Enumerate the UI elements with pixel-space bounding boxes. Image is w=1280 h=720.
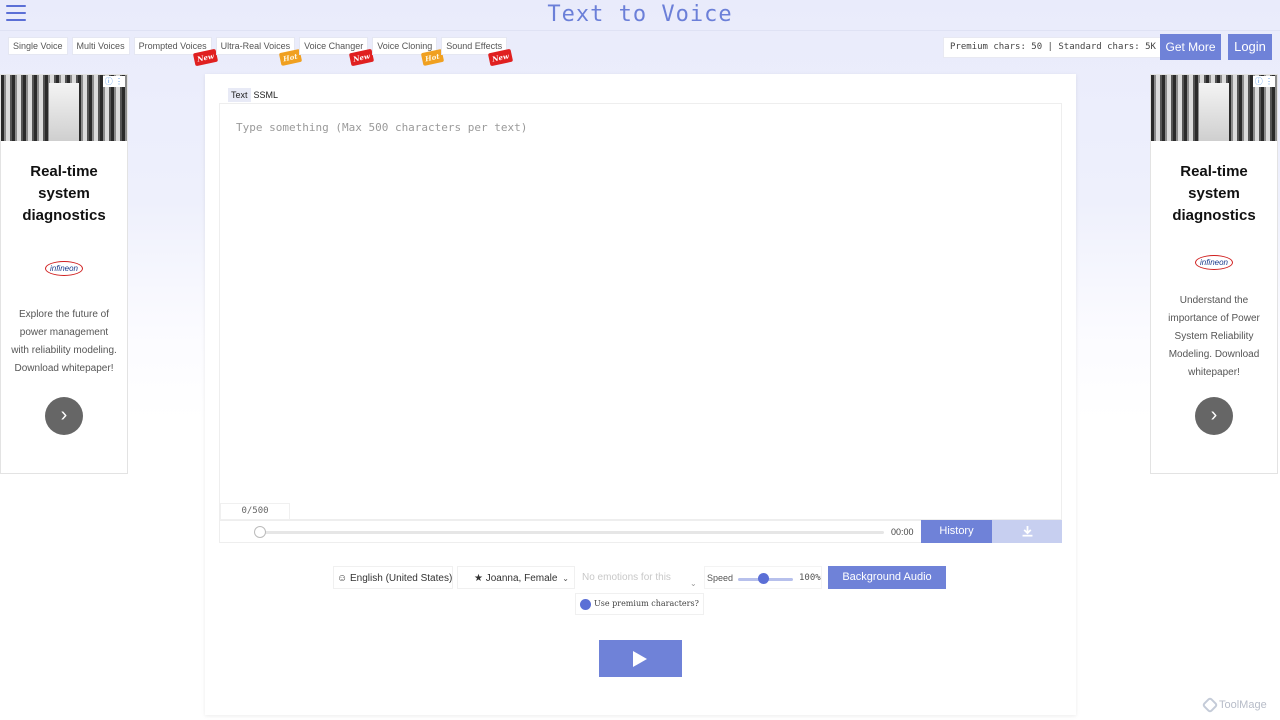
ad-logo: infineon [44, 261, 84, 276]
nav-label: Prompted Voices [138, 41, 207, 51]
speed-control: Speed 100% [704, 566, 822, 589]
nav-item-multi-voices[interactable]: Multi Voices [71, 37, 130, 55]
nav-item-single-voice[interactable]: Single Voice [8, 37, 68, 55]
get-more-button[interactable]: Get More [1160, 34, 1221, 60]
tab-text[interactable]: Text [228, 88, 251, 102]
seek-bar[interactable] [254, 531, 884, 534]
seek-handle[interactable] [254, 526, 266, 538]
premium-characters-toggle[interactable]: Use premium characters? [575, 593, 704, 615]
language-select[interactable]: ☺ English (United States) [333, 566, 453, 589]
chevron-down-icon: ⌄ [690, 579, 697, 588]
nav-label: Voice Cloning [377, 41, 433, 51]
nav-label: Ultra-Real Voices [220, 41, 291, 51]
tts-panel: Text SSML 0/500 00:00 History ☺ English … [205, 74, 1076, 715]
star-icon: ★ [474, 573, 483, 584]
text-input[interactable] [219, 103, 1062, 520]
new-badge: New [192, 48, 218, 67]
background-audio-button[interactable]: Background Audio [828, 566, 946, 589]
nav-item-ultra-real-voices[interactable]: Ultra-Real Voices Hot [215, 37, 302, 66]
audio-player: 00:00 History [219, 520, 1062, 543]
ad-left[interactable]: ⓘ ⋮ Real-time system diagnostics infineo… [0, 74, 128, 474]
nav-label: Voice Changer [304, 41, 364, 51]
download-button[interactable] [992, 520, 1062, 543]
nav-label: Multi Voices [76, 41, 125, 51]
voice-value: Joanna, Female [485, 573, 558, 584]
mode-nav: Single Voice Multi Voices Prompted Voice… [8, 37, 514, 67]
new-badge: New [488, 48, 514, 67]
hot-badge: Hot [420, 49, 444, 66]
premium-toggle-label: Use premium characters? [594, 599, 699, 608]
nav-label: Single Voice [13, 41, 63, 51]
nav-label: Sound Effects [446, 41, 503, 51]
ad-choices-icon[interactable]: ⓘ ⋮ [102, 76, 125, 87]
character-balance: Premium chars: 50 | Standard chars: 5K [943, 37, 1163, 58]
voice-controls: ☺ English (United States) ★ Joanna, Fema… [205, 566, 1076, 592]
tab-ssml[interactable]: SSML [251, 88, 282, 102]
language-value: English (United States) [350, 573, 453, 584]
emotion-select[interactable]: No emotions for this ⌄ [580, 566, 701, 589]
page-title: Text to Voice [547, 2, 733, 27]
ad-body: Explore the future of power management w… [11, 309, 117, 374]
download-icon [1022, 525, 1032, 537]
hot-badge: Hot [278, 49, 302, 66]
character-counter: 0/500 [220, 503, 290, 520]
watermark-logo-icon [1201, 696, 1219, 714]
ad-logo: infineon [1194, 255, 1234, 270]
voice-select[interactable]: ★ Joanna, Female ⌄ [457, 566, 575, 589]
ad-headline: Real-time system diagnostics [1172, 163, 1256, 224]
nav-item-voice-changer[interactable]: Voice Changer New [299, 37, 375, 67]
watermark-text: ToolMage [1219, 699, 1267, 711]
speed-label: Speed [707, 573, 734, 583]
header-divider [0, 30, 1280, 31]
ad-body: Understand the importance of Power Syste… [1168, 295, 1260, 378]
nav-item-sound-effects[interactable]: Sound Effects New [441, 37, 514, 67]
ad-headline: Real-time system diagnostics [22, 163, 106, 224]
watermark: ToolMage [1201, 696, 1267, 714]
playback-time: 00:00 [891, 527, 914, 537]
new-badge: New [349, 48, 375, 67]
nav-item-prompted-voices[interactable]: Prompted Voices New [133, 37, 218, 67]
login-button[interactable]: Login [1228, 34, 1272, 60]
chevron-down-icon: ⌄ [562, 574, 569, 583]
speed-slider-handle[interactable] [757, 573, 769, 584]
editor-mode-tabs: Text SSML [228, 88, 281, 102]
ad-right[interactable]: ⓘ ⋮ Real-time system diagnostics infineo… [1150, 74, 1278, 474]
emotion-placeholder: No emotions for this [582, 572, 671, 583]
speed-value: 100% [799, 573, 821, 583]
play-button[interactable] [599, 640, 682, 677]
smiley-icon: ☺ [337, 573, 348, 584]
chevron-right-icon[interactable]: › [45, 397, 83, 435]
history-button[interactable]: History [921, 520, 992, 543]
chevron-right-icon[interactable]: › [1195, 397, 1233, 435]
toggle-knob [580, 598, 591, 610]
nav-item-voice-cloning[interactable]: Voice Cloning Hot [372, 37, 444, 66]
ad-choices-icon[interactable]: ⓘ ⋮ [1252, 76, 1275, 87]
